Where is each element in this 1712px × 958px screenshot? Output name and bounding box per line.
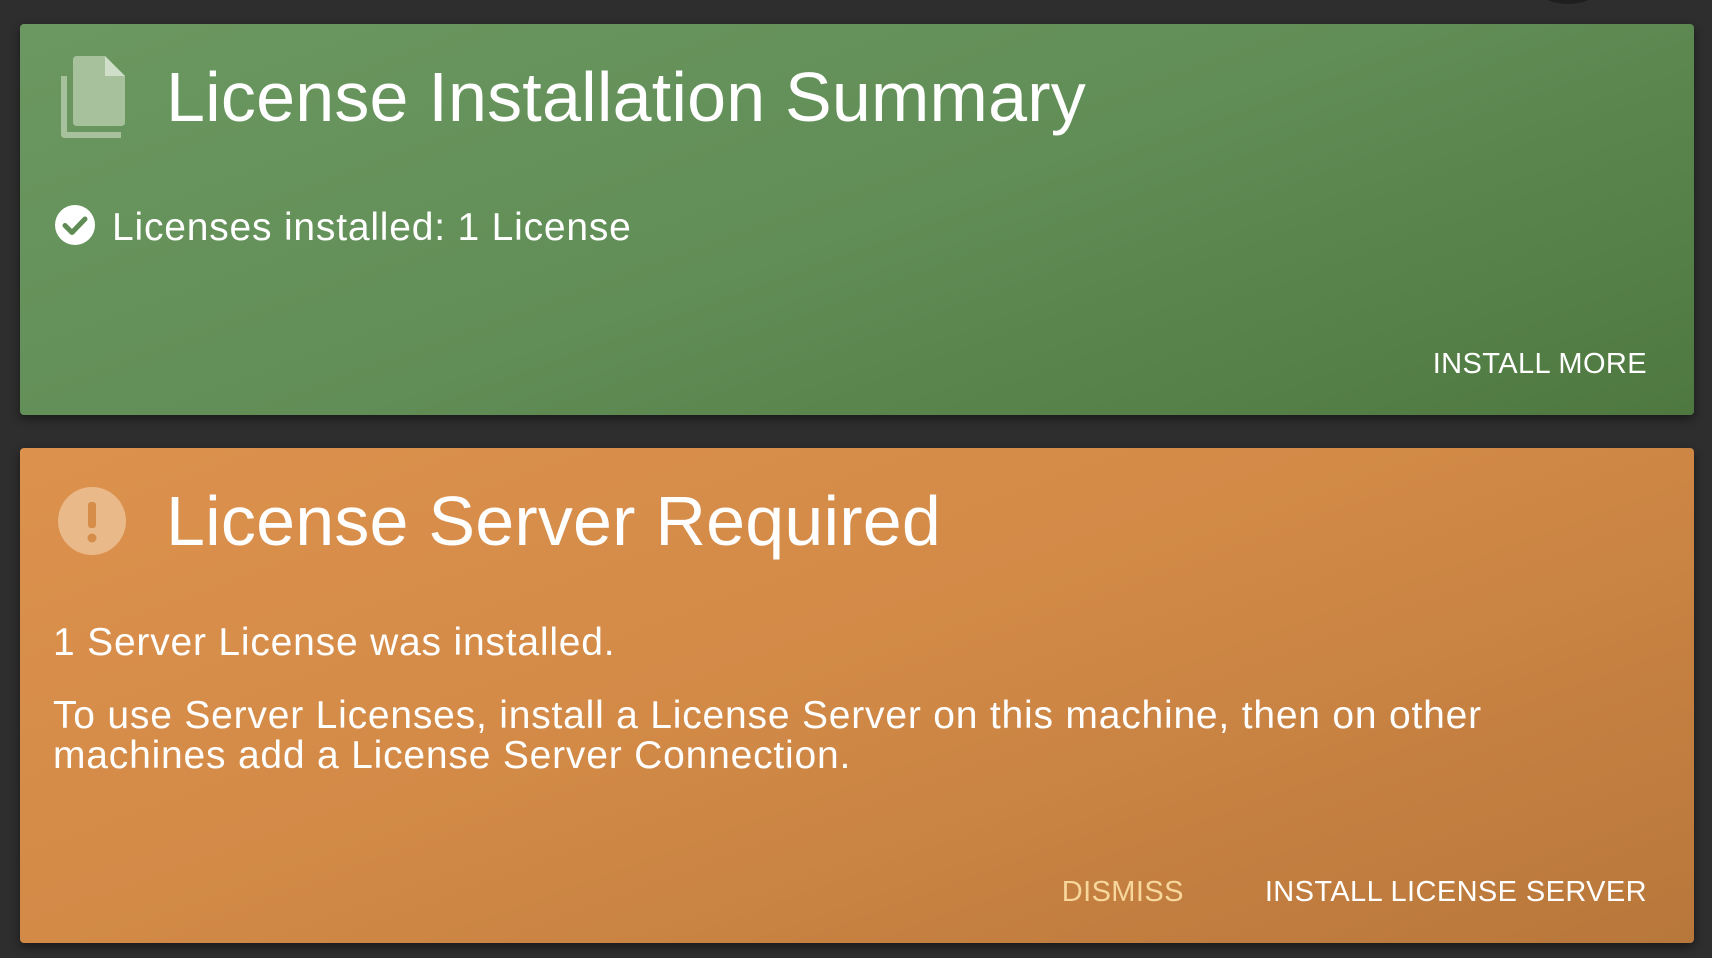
- license-server-actions: DISMISS INSTALL LICENSE SERVER: [1062, 876, 1647, 909]
- dismiss-button[interactable]: DISMISS: [1062, 876, 1184, 909]
- license-server-header: License Server Required: [56, 480, 941, 562]
- install-more-button[interactable]: INSTALL MORE: [1433, 348, 1647, 381]
- license-summary-actions: INSTALL MORE: [1433, 348, 1647, 381]
- exclamation-circle-icon: [56, 480, 128, 562]
- file-copy-icon: [56, 56, 128, 138]
- licenses-installed-status: Licenses installed: 1 License: [54, 204, 632, 251]
- server-license-installed-message: 1 Server License was installed.: [53, 621, 616, 664]
- license-summary-title: License Installation Summary: [166, 58, 1086, 136]
- license-summary-card: License Installation Summary Licenses in…: [20, 24, 1694, 415]
- license-summary-header: License Installation Summary: [56, 56, 1086, 138]
- license-server-title: License Server Required: [166, 482, 942, 560]
- check-circle-icon: [54, 204, 96, 251]
- top-avatar-edge: [1540, 0, 1596, 4]
- licenses-installed-text: Licenses installed: 1 License: [112, 205, 632, 249]
- install-license-server-button[interactable]: INSTALL LICENSE SERVER: [1265, 876, 1647, 909]
- license-server-card: License Server Required 1 Server License…: [20, 448, 1694, 943]
- license-server-instructions: To use Server Licenses, install a Licens…: [53, 694, 1482, 777]
